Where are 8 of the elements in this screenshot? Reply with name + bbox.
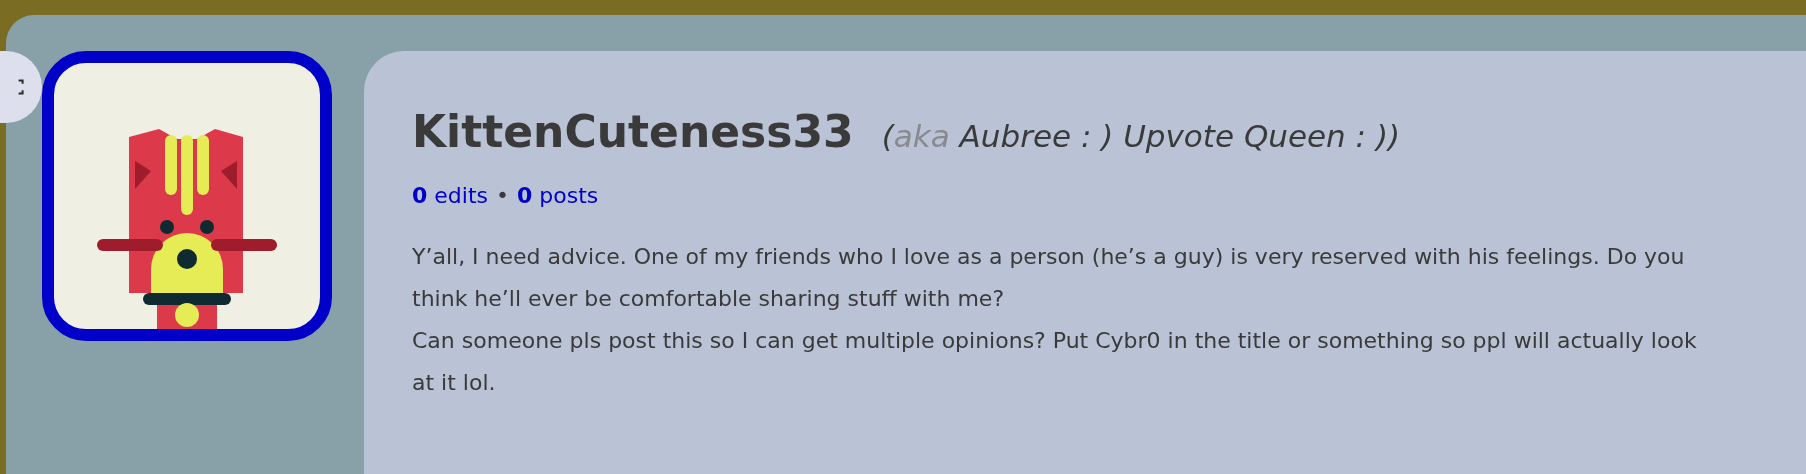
username: KittenCuteness33 bbox=[412, 105, 854, 159]
bio-text: Can someone pls post this so I can get multiple opinions? Put Cybr0 in the title or something so ppl will actually look at it lol. bbox=[412, 327, 1698, 397]
stat-link[interactable]: 0 posts bbox=[517, 179, 599, 212]
bio-text: Y’all, I need advice. One of my friends who I love as a person (he’s a guy) is very reserved with his feelings. Do you think he’ll ever be comfortable sharing stuff with me? bbox=[412, 243, 1686, 313]
user-alias: (aka Aubree : ) Upvote Queen : )) bbox=[881, 117, 1401, 156]
expand-button[interactable] bbox=[0, 51, 42, 123]
separator: • bbox=[496, 182, 509, 210]
stat-link[interactable]: 0 edits bbox=[412, 179, 488, 212]
